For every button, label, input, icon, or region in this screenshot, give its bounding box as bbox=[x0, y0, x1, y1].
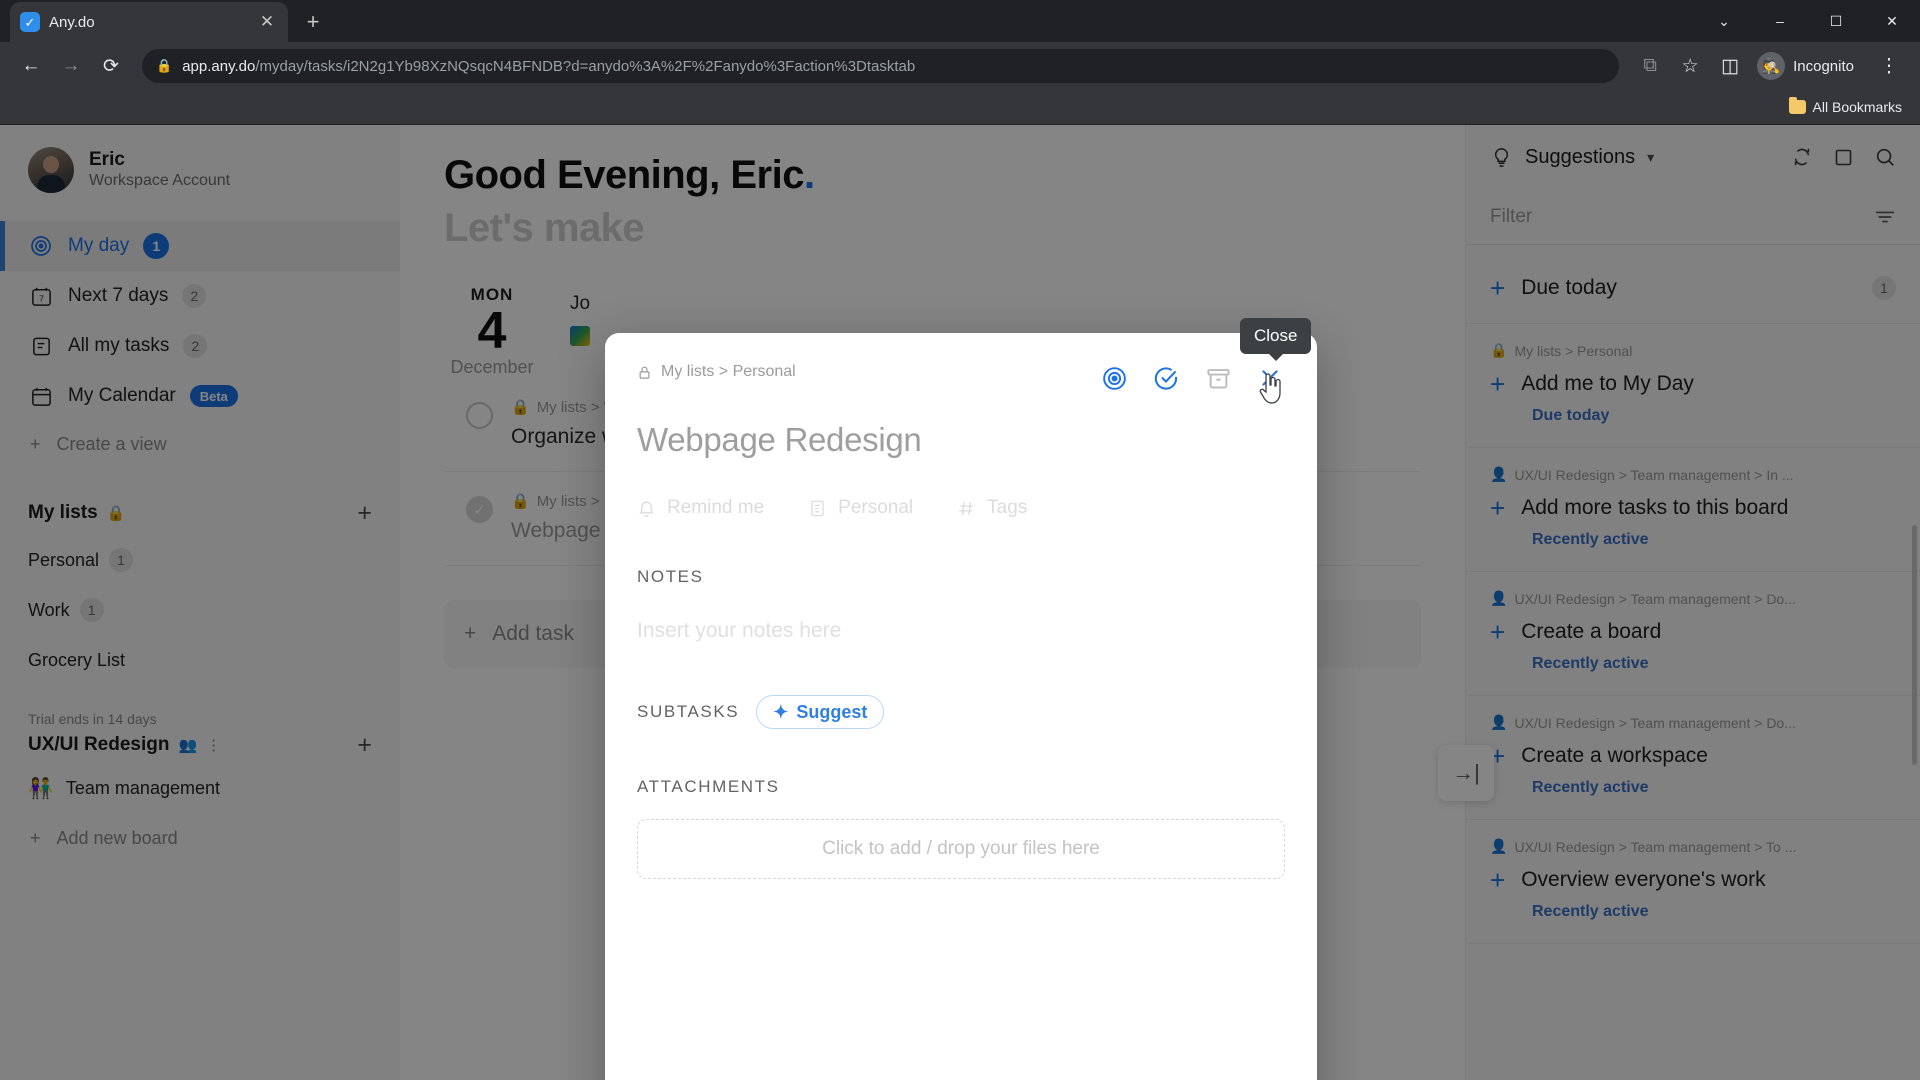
url-path: /myday/tasks/i2N2g1Yb98XzNQsqcN4BFNDB?d=… bbox=[255, 57, 916, 75]
url-host: app.any.do bbox=[182, 57, 256, 75]
archive-icon[interactable] bbox=[1203, 363, 1233, 393]
incognito-label: Incognito bbox=[1793, 57, 1854, 75]
subtasks-header: SUBTASKS bbox=[637, 702, 740, 721]
list-label: Personal bbox=[838, 497, 914, 518]
chevron-down-icon[interactable]: ⌄ bbox=[1696, 0, 1752, 42]
breadcrumb[interactable]: My lists > Personal bbox=[637, 363, 796, 381]
focus-target-icon[interactable] bbox=[1099, 363, 1129, 393]
attachments-dropzone[interactable]: Click to add / drop your files here bbox=[637, 819, 1285, 879]
tracking-shield-icon[interactable]: ⧉ bbox=[1633, 49, 1667, 83]
address-bar[interactable]: 🔒 app.any.do/myday/tasks/i2N2g1Yb98XzNQs… bbox=[142, 49, 1620, 83]
complete-check-icon[interactable] bbox=[1151, 363, 1181, 393]
folder-icon bbox=[1788, 97, 1806, 114]
notes-header: NOTES bbox=[637, 567, 704, 586]
modal-header: My lists > Personal bbox=[637, 363, 1285, 393]
url-text: app.any.do/myday/tasks/i2N2g1Yb98XzNQsqc… bbox=[182, 58, 915, 75]
task-detail-modal: My lists > Personal Webpage Redesign Rem… bbox=[605, 333, 1317, 1080]
back-icon[interactable]: ← bbox=[14, 49, 48, 83]
bookmark-star-icon[interactable]: ☆ bbox=[1673, 49, 1707, 83]
all-bookmarks-label: All Bookmarks bbox=[1812, 99, 1902, 115]
window-controls: ⌄ – ☐ ✕ bbox=[1696, 0, 1920, 42]
browser-tab[interactable]: ✓ Any.do ✕ bbox=[10, 2, 288, 42]
checkbox-icon: ✓ bbox=[20, 12, 40, 32]
notes-input[interactable]: Insert your notes here bbox=[637, 619, 1285, 643]
maximize-button[interactable]: ☐ bbox=[1808, 0, 1864, 42]
window-close-button[interactable]: ✕ bbox=[1864, 0, 1920, 42]
incognito-indicator[interactable]: 🕵 Incognito bbox=[1753, 49, 1866, 83]
tab-strip: ✓ Any.do ✕ + ⌄ – ☐ ✕ bbox=[0, 0, 1920, 42]
lock-icon bbox=[637, 365, 652, 380]
minimize-button[interactable]: – bbox=[1752, 0, 1808, 42]
list-select-button[interactable]: Personal bbox=[808, 497, 913, 519]
task-properties: Remind me Personal Tags bbox=[637, 497, 1285, 519]
side-panel-icon[interactable]: ◫ bbox=[1713, 49, 1747, 83]
lock-icon: 🔒 bbox=[156, 58, 173, 73]
attachments-header: ATTACHMENTS bbox=[637, 777, 780, 796]
remind-me-button[interactable]: Remind me bbox=[637, 497, 764, 519]
browser-window: ✓ Any.do ✕ + ⌄ – ☐ ✕ ← → ⟳ 🔒 app.any.do/… bbox=[0, 0, 1920, 1080]
incognito-icon: 🕵 bbox=[1757, 52, 1786, 80]
tags-button[interactable]: Tags bbox=[957, 497, 1027, 519]
mouse-cursor bbox=[1258, 373, 1284, 405]
close-icon[interactable]: ✕ bbox=[256, 11, 278, 33]
subtasks-section: SUBTASKS ✦ Suggest bbox=[637, 695, 1285, 729]
all-bookmarks-button[interactable]: All Bookmarks bbox=[1788, 97, 1902, 115]
tab-title: Any.do bbox=[49, 13, 95, 31]
list-icon bbox=[808, 499, 827, 518]
hash-icon bbox=[957, 499, 976, 518]
breadcrumb-text: My lists > Personal bbox=[661, 363, 796, 380]
reload-icon[interactable]: ⟳ bbox=[94, 49, 128, 83]
chrome-menu-icon[interactable]: ⋮ bbox=[1872, 49, 1906, 83]
bell-icon bbox=[637, 499, 656, 518]
task-title-input[interactable]: Webpage Redesign bbox=[637, 421, 1285, 459]
remind-me-label: Remind me bbox=[667, 497, 765, 518]
app-viewport: Eric Workspace Account My day 1 7 Next 7… bbox=[0, 125, 1920, 1080]
new-tab-button[interactable]: + bbox=[296, 5, 330, 39]
suggest-subtasks-button[interactable]: ✦ Suggest bbox=[756, 695, 885, 729]
browser-toolbar: ← → ⟳ 🔒 app.any.do/myday/tasks/i2N2g1Yb9… bbox=[0, 42, 1920, 90]
suggest-label: Suggest bbox=[796, 701, 868, 722]
tooltip: Close bbox=[1240, 318, 1312, 361]
sparkle-icon: ✦ bbox=[773, 701, 789, 722]
bookmarks-bar: All Bookmarks bbox=[0, 90, 1920, 124]
forward-icon[interactable]: → bbox=[54, 49, 88, 83]
tags-label: Tags bbox=[987, 497, 1028, 518]
